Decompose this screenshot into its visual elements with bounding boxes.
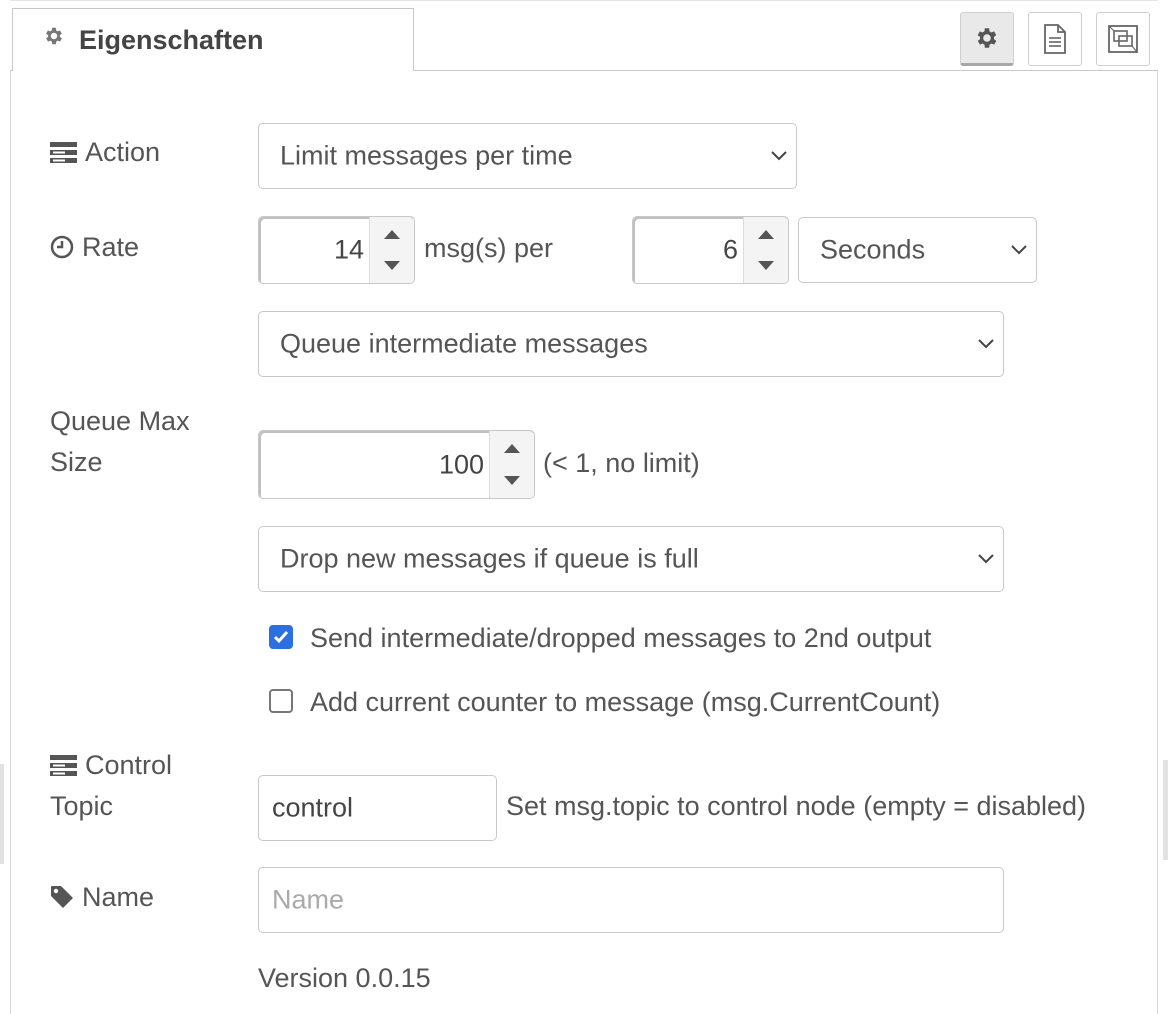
chevron-down-icon (771, 151, 787, 161)
drop-mode-value: Drop new messages if queue is full (280, 543, 699, 574)
list-icon (50, 142, 77, 163)
queue-mode-select[interactable]: Queue intermediate messages (258, 311, 1004, 377)
drop-mode-select[interactable]: Drop new messages if queue is full (258, 526, 1004, 592)
queue-max-label-line1: Queue Max (50, 406, 190, 436)
queue-max-stepper-arrows[interactable] (489, 431, 534, 498)
arrow-up-icon[interactable] (504, 444, 520, 453)
send-second-output-label[interactable]: Send intermediate/dropped messages to 2n… (310, 623, 931, 654)
add-counter-label[interactable]: Add current counter to message (msg.Curr… (310, 687, 940, 718)
version-text: Version 0.0.15 (258, 963, 431, 993)
control-topic-hint: Set msg.topic to control node (empty = d… (506, 791, 1087, 821)
arrow-down-icon[interactable] (758, 261, 774, 270)
add-counter-checkbox[interactable] (269, 689, 293, 713)
chevron-down-icon (978, 554, 994, 564)
arrow-down-icon[interactable] (384, 261, 400, 270)
action-label-text: Action (85, 137, 161, 167)
panel-top-border (10, 0, 1158, 1)
checkmark-icon (273, 631, 289, 644)
appearance-tab-button[interactable] (1096, 12, 1150, 66)
control-topic-value: control (272, 792, 354, 823)
arrow-up-icon[interactable] (384, 230, 400, 239)
rate-period-stepper-arrows[interactable] (743, 217, 788, 283)
name-input-placeholder: Name (272, 884, 345, 915)
chevron-down-icon (978, 339, 994, 349)
resize-handle-left[interactable] (0, 764, 4, 864)
rate-label-text: Rate (82, 232, 140, 262)
queue-mode-value: Queue intermediate messages (280, 328, 648, 359)
rate-period-stepper[interactable]: 6 (632, 216, 789, 284)
name-label-text: Name (82, 882, 155, 912)
control-topic-label-line1: Control (85, 750, 173, 780)
queue-max-label: Queue Max Size (50, 406, 190, 478)
arrow-up-icon[interactable] (758, 230, 774, 239)
queue-max-label-line2: Size (50, 447, 103, 477)
settings-tab-button[interactable] (960, 12, 1014, 66)
panel-right-border (1157, 70, 1158, 1014)
resize-handle-right[interactable] (1163, 760, 1168, 860)
queue-max-value: 100 (438, 449, 484, 479)
action-select[interactable]: Limit messages per time (258, 123, 797, 189)
rate-unit-value: Seconds (820, 234, 926, 265)
tab-label: Eigenschaften (79, 25, 264, 55)
rate-label: Rate (50, 232, 139, 263)
rate-period-value: 6 (722, 234, 738, 265)
tab-properties[interactable]: Eigenschaften (12, 8, 414, 71)
name-label: Name (50, 882, 154, 913)
queue-max-hint: (< 1, no limit) (543, 448, 700, 478)
description-tab-button[interactable] (1028, 12, 1082, 66)
rate-count-stepper[interactable]: 14 (258, 216, 415, 284)
queue-max-stepper[interactable]: 100 (258, 430, 535, 499)
chevron-down-icon (1011, 245, 1027, 255)
gear-icon (977, 28, 997, 48)
gear-icon (46, 27, 62, 45)
document-icon (1044, 24, 1066, 54)
rate-per-text: msg(s) per (424, 233, 554, 263)
list-icon (50, 755, 77, 776)
rate-count-stepper-arrows[interactable] (369, 217, 414, 283)
layout-frame-icon (1108, 25, 1138, 53)
control-topic-label: Control Topic (50, 750, 172, 822)
action-select-value: Limit messages per time (280, 140, 573, 171)
rate-count-value: 14 (333, 234, 364, 265)
name-input[interactable]: Name (258, 867, 1004, 933)
send-second-output-checkbox[interactable] (269, 625, 293, 649)
clock-icon (50, 235, 74, 259)
action-label: Action (50, 137, 160, 168)
rate-unit-select[interactable]: Seconds (798, 217, 1037, 283)
control-topic-input[interactable]: control (258, 775, 497, 841)
control-topic-label-line2: Topic (50, 791, 114, 821)
panel-left-border (10, 70, 11, 1014)
tag-icon (51, 886, 73, 908)
arrow-down-icon[interactable] (504, 476, 520, 485)
